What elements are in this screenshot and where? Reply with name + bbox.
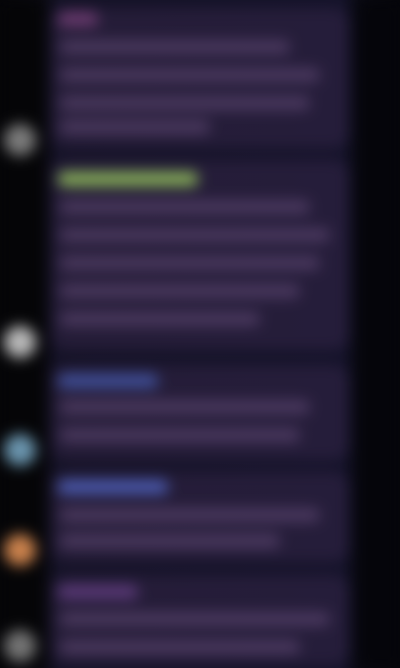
author-name[interactable]	[58, 480, 168, 494]
user-avatar-icon[interactable]	[4, 434, 36, 466]
message-line	[60, 428, 300, 442]
message-line	[60, 640, 300, 654]
author-name[interactable]	[58, 12, 98, 26]
message-line	[60, 96, 310, 110]
message-line	[60, 400, 310, 414]
message-line	[60, 284, 300, 298]
user-avatar-icon[interactable]	[4, 326, 36, 358]
user-avatar-icon[interactable]	[4, 630, 36, 662]
author-name[interactable]	[58, 374, 158, 388]
message-line	[60, 256, 320, 270]
author-name[interactable]	[58, 585, 138, 599]
message-line	[60, 228, 330, 242]
message-line	[60, 200, 310, 214]
message-line	[60, 312, 260, 326]
right-edge	[360, 0, 400, 668]
author-name[interactable]	[58, 172, 198, 186]
message-line	[60, 68, 320, 82]
message-line	[60, 534, 280, 548]
message-line	[60, 120, 210, 134]
user-avatar-icon[interactable]	[4, 534, 36, 566]
message-line	[60, 612, 330, 626]
message-line	[60, 40, 290, 54]
blurred-content	[0, 0, 400, 668]
chat-screen	[0, 0, 400, 668]
user-avatar-icon[interactable]	[4, 124, 36, 156]
message-line	[60, 508, 320, 522]
